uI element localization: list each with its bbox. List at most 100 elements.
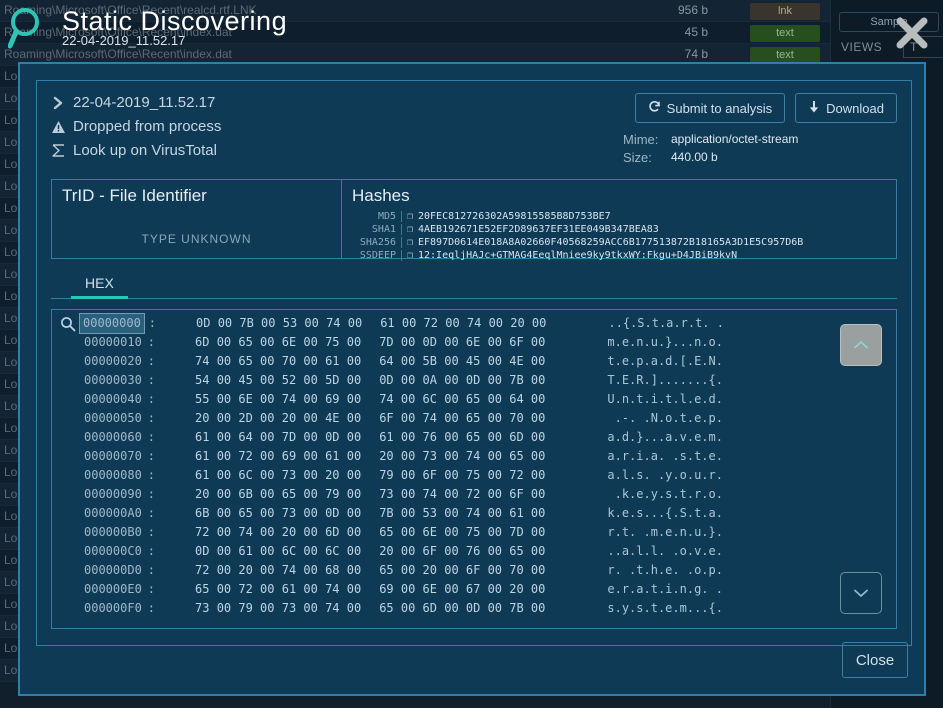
- file-summary-header: 22-04-2019_11.52.17 Dropped from process: [37, 81, 911, 179]
- hex-offset[interactable]: 000000A0: [82, 504, 144, 523]
- hex-line: 000000B0:72 00 74 00 20 00 6D 0065 00 6E…: [82, 523, 724, 542]
- hex-bytes-right: 0D 00 0A 00 0D 00 7B 00: [361, 371, 545, 390]
- hex-ascii: s.y.s.t.e.m...{.: [545, 599, 723, 618]
- hex-line: 00000070:61 00 72 00 69 00 61 0020 00 73…: [82, 447, 724, 466]
- hex-bytes-left: 6B 00 65 00 73 00 0D 00: [155, 504, 361, 523]
- hex-bytes-left: 54 00 45 00 52 00 5D 00: [155, 371, 361, 390]
- hex-line: 00000080:61 00 6C 00 73 00 20 0079 00 6F…: [82, 466, 724, 485]
- hash-row: SSDEEP❐12:IeqljHAJc+GTMAG4EeqlMniee9ky9t…: [350, 249, 803, 262]
- file-type-badge: lnk: [750, 3, 820, 20]
- hex-bytes-right: 61 00 72 00 74 00 20 00: [362, 314, 546, 333]
- hex-offset[interactable]: 000000F0: [82, 599, 144, 618]
- header-actions: Submit to analysis Download Mime:: [587, 93, 897, 165]
- hex-offset[interactable]: 00000080: [82, 466, 144, 485]
- hex-offset[interactable]: 00000090: [82, 485, 144, 504]
- copy-icon[interactable]: ❐: [402, 211, 418, 222]
- hex-offset[interactable]: 000000B0: [82, 523, 144, 542]
- hex-line: 000000C0:0D 00 61 00 6C 00 6C 0020 00 6F…: [82, 542, 724, 561]
- file-path: Roaming\Microsoft\Office\Recent\realcd.r…: [4, 3, 644, 17]
- hex-bytes-right: 7B 00 53 00 74 00 61 00: [361, 504, 545, 523]
- hex-bytes-left: 55 00 6E 00 74 00 69 00: [155, 390, 361, 409]
- hex-line: 00000010:6D 00 65 00 6E 00 75 007D 00 0D…: [82, 333, 724, 352]
- virustotal-link[interactable]: Look up on VirusTotal: [73, 142, 217, 159]
- chevron-up-icon: [852, 339, 870, 351]
- hex-ascii: e.r.a.t.i.n.g. .: [545, 580, 723, 599]
- hex-ascii: T.E.R.].......{.: [545, 371, 723, 390]
- hex-bytes-right: 7D 00 0D 00 6E 00 6F 00: [361, 333, 545, 352]
- hex-scroll-down-button[interactable]: [840, 572, 882, 614]
- hex-offset[interactable]: 00000070: [82, 447, 144, 466]
- hex-ascii: ..{.S.t.a.r.t. .: [546, 314, 724, 333]
- mime-row: Mime: application/octet-stream: [623, 132, 897, 147]
- submit-to-analysis-label: Submit to analysis: [667, 101, 773, 116]
- hex-bytes-right: 65 00 6E 00 75 00 7D 00: [361, 523, 545, 542]
- hex-ascii: m.e.n.u.}...n.o.: [545, 333, 723, 352]
- hex-offset[interactable]: 00000050: [82, 409, 144, 428]
- hex-offset[interactable]: 00000010: [82, 333, 144, 352]
- submit-to-analysis-button[interactable]: Submit to analysis: [635, 93, 786, 123]
- warning-triangle-icon: [51, 118, 73, 136]
- hash-label: MD5: [350, 211, 402, 222]
- download-button[interactable]: Download: [795, 93, 897, 123]
- hex-bytes-right: 20 00 73 00 74 00 65 00: [361, 447, 545, 466]
- hash-row: SHA256❐EF897D0614E018A8A02660F40568259AC…: [350, 236, 803, 249]
- hex-line: 00000000:0D 00 7B 00 53 00 74 0061 00 72…: [82, 314, 724, 333]
- hex-bytes-right: 6F 00 74 00 65 00 70 00: [361, 409, 545, 428]
- copy-icon[interactable]: ❐: [402, 224, 418, 235]
- hash-list: MD5❐20FEC812726302A59815585B8D753BE7SHA1…: [350, 210, 803, 262]
- hex-colon: :: [144, 599, 155, 618]
- hex-line: 00000020:74 00 65 00 70 00 61 0064 00 5B…: [82, 352, 724, 371]
- file-origin: Dropped from process: [73, 118, 221, 135]
- trid-title: TrID - File Identifier: [62, 186, 207, 206]
- hex-ascii: a.d.}...a.v.e.m.: [545, 428, 723, 447]
- hex-line: 000000D0:72 00 20 00 74 00 68 0065 00 20…: [82, 561, 724, 580]
- file-list-row[interactable]: Roaming\Microsoft\Office\Recent\realcd.r…: [0, 0, 830, 22]
- hex-colon: :: [145, 314, 156, 333]
- hex-offset[interactable]: 000000D0: [82, 561, 144, 580]
- hex-line: 00000030:54 00 45 00 52 00 5D 000D 00 0A…: [82, 371, 724, 390]
- hex-offset[interactable]: 00000000: [79, 313, 145, 334]
- hex-bytes-left: 73 00 79 00 73 00 74 00: [155, 599, 361, 618]
- close-icon[interactable]: [894, 14, 930, 52]
- hash-row: MD5❐20FEC812726302A59815585B8D753BE7: [350, 210, 803, 223]
- hex-ascii: a.l.s. .y.o.u.r.: [545, 466, 723, 485]
- hex-bytes-right: 69 00 6E 00 67 00 20 00: [361, 580, 545, 599]
- hex-ascii: .k.e.y.s.t.r.o.: [545, 485, 723, 504]
- hex-colon: :: [144, 561, 155, 580]
- hex-offset[interactable]: 00000030: [82, 371, 144, 390]
- hex-bytes-right: 74 00 6C 00 65 00 64 00: [361, 390, 545, 409]
- hex-scroll-up-button[interactable]: [840, 324, 882, 366]
- tab-bar: HEX: [51, 273, 897, 299]
- hash-label: SSDEEP: [350, 250, 402, 261]
- hash-value: 12:IeqljHAJc+GTMAG4EeqlMniee9ky9tkxWY:Fk…: [418, 250, 737, 261]
- hex-colon: :: [144, 447, 155, 466]
- trid-panel: TrID - File Identifier TYPE UNKNOWN: [52, 180, 342, 258]
- download-label: Download: [826, 101, 884, 116]
- copy-icon[interactable]: ❐: [402, 250, 418, 261]
- file-list-row[interactable]: Roaming\Microsoft\Office\Recent\index.da…: [0, 22, 830, 44]
- copy-icon[interactable]: ❐: [402, 237, 418, 248]
- hex-bytes-left: 61 00 6C 00 73 00 20 00: [155, 466, 361, 485]
- hex-colon: :: [144, 333, 155, 352]
- refresh-icon: [648, 100, 661, 116]
- hex-offset[interactable]: 00000020: [82, 352, 144, 371]
- hex-offset[interactable]: 00000040: [82, 390, 144, 409]
- hex-offset[interactable]: 00000060: [82, 428, 144, 447]
- hex-colon: :: [144, 485, 155, 504]
- hashes-panel: Hashes MD5❐20FEC812726302A59815585B8D753…: [342, 180, 896, 258]
- hex-bytes-left: 0D 00 61 00 6C 00 6C 00: [155, 542, 361, 561]
- modal-body: 22-04-2019_11.52.17 Dropped from process: [36, 80, 912, 646]
- chevron-right-icon[interactable]: [51, 94, 73, 112]
- hex-bytes-left: 72 00 74 00 20 00 6D 00: [155, 523, 361, 542]
- tab-hex[interactable]: HEX: [71, 273, 128, 299]
- hex-offset[interactable]: 000000C0: [82, 542, 144, 561]
- hex-ascii: a.r.i.a. .s.t.e.: [545, 447, 723, 466]
- hex-bytes-left: 72 00 20 00 74 00 68 00: [155, 561, 361, 580]
- hex-offset[interactable]: 000000E0: [82, 580, 144, 599]
- hex-bytes-right: 64 00 5B 00 45 00 4E 00: [361, 352, 545, 371]
- search-icon[interactable]: [60, 316, 76, 332]
- file-name: 22-04-2019_11.52.17: [73, 94, 215, 111]
- close-button[interactable]: Close: [842, 642, 908, 678]
- size-value: 440.00 b: [671, 150, 718, 165]
- hex-colon: :: [144, 409, 155, 428]
